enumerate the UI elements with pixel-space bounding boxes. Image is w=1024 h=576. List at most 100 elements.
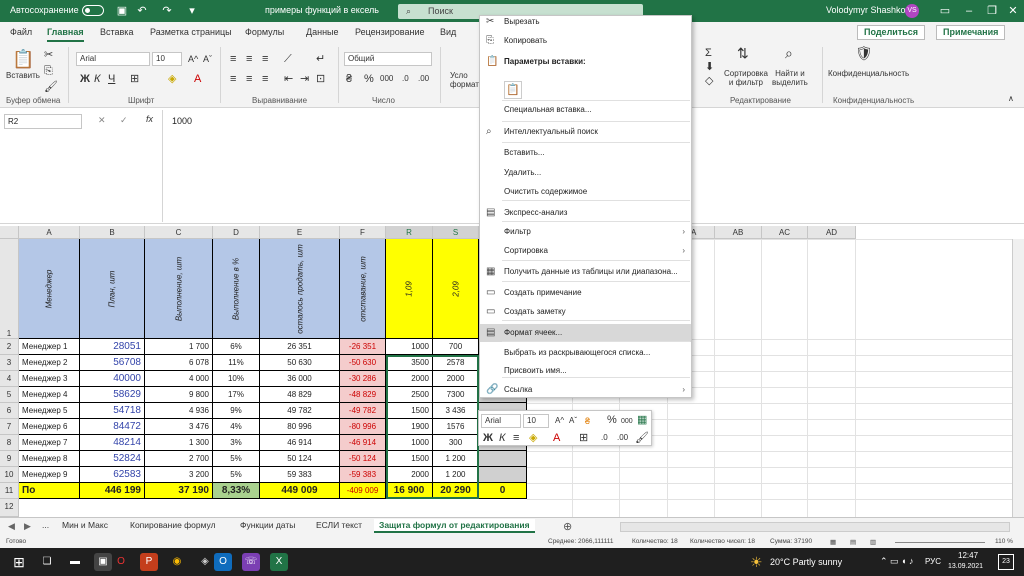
mini-font-color-icon[interactable]: A — [553, 432, 560, 444]
cell-done[interactable]: 9 800 — [145, 387, 213, 403]
vertical-scrollbar[interactable] — [1012, 239, 1024, 517]
increase-indent-icon[interactable]: ⇥ — [300, 73, 309, 85]
cell-percent[interactable]: 9% — [213, 403, 260, 419]
user-name[interactable]: Volodymyr Shashkov — [826, 5, 910, 15]
font-size-select[interactable]: 10 — [152, 52, 182, 66]
cell-remaining[interactable]: 50 124 — [260, 451, 340, 467]
cell-percent[interactable]: 10% — [213, 371, 260, 387]
borders-icon[interactable]: ⊞ — [130, 73, 139, 85]
powerpoint-icon[interactable]: P — [140, 553, 158, 571]
cell-r[interactable]: 1500 — [386, 451, 433, 467]
cell-plan[interactable]: 58629 — [80, 387, 145, 403]
ribbon-display-icon[interactable]: ▭ — [938, 4, 952, 18]
cell-percent[interactable]: 17% — [213, 387, 260, 403]
outlook-icon[interactable]: O — [214, 553, 232, 571]
cell-r[interactable]: 2000 — [386, 467, 433, 483]
currency-icon[interactable]: ₴ — [346, 73, 352, 85]
total-done[interactable]: 37 190 — [145, 483, 213, 499]
viber-icon[interactable]: ☏ — [242, 553, 260, 571]
cell-done[interactable]: 2 700 — [145, 451, 213, 467]
tab-data[interactable]: Данные — [306, 27, 339, 37]
cell-s[interactable]: 1 200 — [433, 451, 479, 467]
zoom-level[interactable]: 110 % — [995, 538, 1013, 545]
total-r[interactable]: 16 900 — [386, 483, 433, 499]
total-lag[interactable]: -409 009 — [340, 483, 386, 499]
merge-cells-icon[interactable]: ⊡ — [316, 73, 325, 85]
copy-icon[interactable]: ⎘ — [44, 65, 53, 77]
fill-color-icon[interactable]: ◈ — [168, 73, 176, 85]
app2-icon[interactable]: ◈ — [196, 553, 214, 571]
clock-date[interactable]: 13.09.2021 — [948, 563, 983, 570]
sensitivity-icon[interactable]: 🛡 — [855, 46, 873, 60]
task-view-icon[interactable]: ❏ — [38, 553, 56, 571]
file-name[interactable]: примеры функций в ексель — [265, 5, 379, 15]
sheet-tab-if-text[interactable]: ЕСЛИ текст — [316, 520, 362, 530]
cell-s[interactable]: 1 200 — [433, 467, 479, 483]
mini-borders-icon[interactable]: ⊞ — [579, 432, 588, 444]
sum-icon[interactable]: Σ — [705, 47, 712, 59]
mini-increase-decimal-icon[interactable]: .0 — [601, 432, 608, 444]
column-header-d[interactable]: D — [213, 226, 260, 239]
cell-s[interactable]: 7300 — [433, 387, 479, 403]
cell-lag[interactable]: -26 351 — [340, 339, 386, 355]
header-cell-d[interactable]: Выполнение в % — [213, 239, 260, 339]
header-cell-e[interactable]: осталось продать, шт — [260, 239, 340, 339]
header-cell-b[interactable]: План, шт — [80, 239, 145, 339]
undo-icon[interactable]: ↶ — [135, 4, 149, 18]
link-menu-item[interactable]: 🔗 Ссылка › — [480, 381, 691, 399]
autosave-toggle[interactable] — [82, 5, 104, 16]
insert-menu-item[interactable]: Вставить... — [480, 144, 691, 162]
mini-fill-color-icon[interactable]: ◈ — [529, 432, 537, 444]
sort-filter-label[interactable]: Сортировка и фильтр — [724, 69, 768, 87]
mini-thousands-icon[interactable]: 000 — [621, 416, 633, 428]
get-data-menu-item[interactable]: ▦ Получить данные из таблицы или диапазон… — [480, 263, 691, 281]
cell-manager[interactable]: Менеджер 6 — [19, 419, 80, 435]
tab-home[interactable]: Главная — [47, 27, 84, 42]
sheet-tab-min-max[interactable]: Мин и Макс — [62, 520, 108, 530]
windows-start-icon[interactable]: ⊞ — [10, 553, 28, 571]
row-header[interactable]: 8 — [0, 435, 19, 451]
cell-percent[interactable]: 6% — [213, 339, 260, 355]
column-header-ac[interactable]: AC — [762, 226, 808, 239]
row-header[interactable]: 3 — [0, 355, 19, 371]
cell-s[interactable]: 700 — [433, 339, 479, 355]
excel-taskbar-icon[interactable]: X — [270, 553, 288, 571]
column-header-f[interactable]: F — [340, 226, 386, 239]
new-note-menu-item[interactable]: ▭ Создать заметку — [480, 303, 691, 321]
sort-filter-icon[interactable]: ⇅ — [737, 46, 749, 60]
row-header[interactable]: 4 — [0, 371, 19, 387]
clear-icon[interactable]: ◇ — [705, 75, 713, 87]
sheet-tab-date-functions[interactable]: Функции даты — [240, 520, 295, 530]
underline-icon[interactable]: Ч — [108, 73, 115, 85]
row-header[interactable]: 6 — [0, 403, 19, 419]
cell-s[interactable]: 2000 — [433, 371, 479, 387]
sensitivity-label[interactable]: Конфиденциальность — [828, 69, 909, 78]
cell-s[interactable]: 3 436 — [433, 403, 479, 419]
header-cell-r[interactable]: 1,09 — [386, 239, 433, 339]
cell-plan[interactable]: 48214 — [80, 435, 145, 451]
app-icon[interactable]: ▣ — [94, 553, 112, 571]
cell-r[interactable]: 2500 — [386, 387, 433, 403]
mini-percent-icon[interactable]: % — [607, 414, 617, 426]
opera-icon[interactable]: O — [112, 553, 130, 571]
cell-remaining[interactable]: 26 351 — [260, 339, 340, 355]
align-left-icon[interactable]: ≡ — [230, 73, 236, 85]
cell-done[interactable]: 1 300 — [145, 435, 213, 451]
decrease-indent-icon[interactable]: ⇤ — [284, 73, 293, 85]
collapse-ribbon-icon[interactable]: ∧ — [1008, 93, 1014, 105]
find-icon[interactable]: ⌕ — [785, 46, 793, 60]
column-header-ab[interactable]: AB — [715, 226, 762, 239]
align-center-icon[interactable]: ≡ — [246, 73, 252, 85]
tab-view[interactable]: Вид — [440, 27, 456, 37]
cell-lag[interactable]: -30 286 — [340, 371, 386, 387]
row-header[interactable]: 2 — [0, 339, 19, 355]
horizontal-scrollbar[interactable] — [620, 522, 1010, 532]
cell-percent[interactable]: 4% — [213, 419, 260, 435]
zoom-slider[interactable] — [895, 542, 985, 543]
cell-plan[interactable]: 40000 — [80, 371, 145, 387]
cell-remaining[interactable]: 49 782 — [260, 403, 340, 419]
cell-manager[interactable]: Менеджер 2 — [19, 355, 80, 371]
cell-t[interactable] — [479, 467, 527, 483]
number-format-select[interactable]: Общий — [344, 52, 432, 66]
percent-icon[interactable]: % — [364, 73, 374, 85]
